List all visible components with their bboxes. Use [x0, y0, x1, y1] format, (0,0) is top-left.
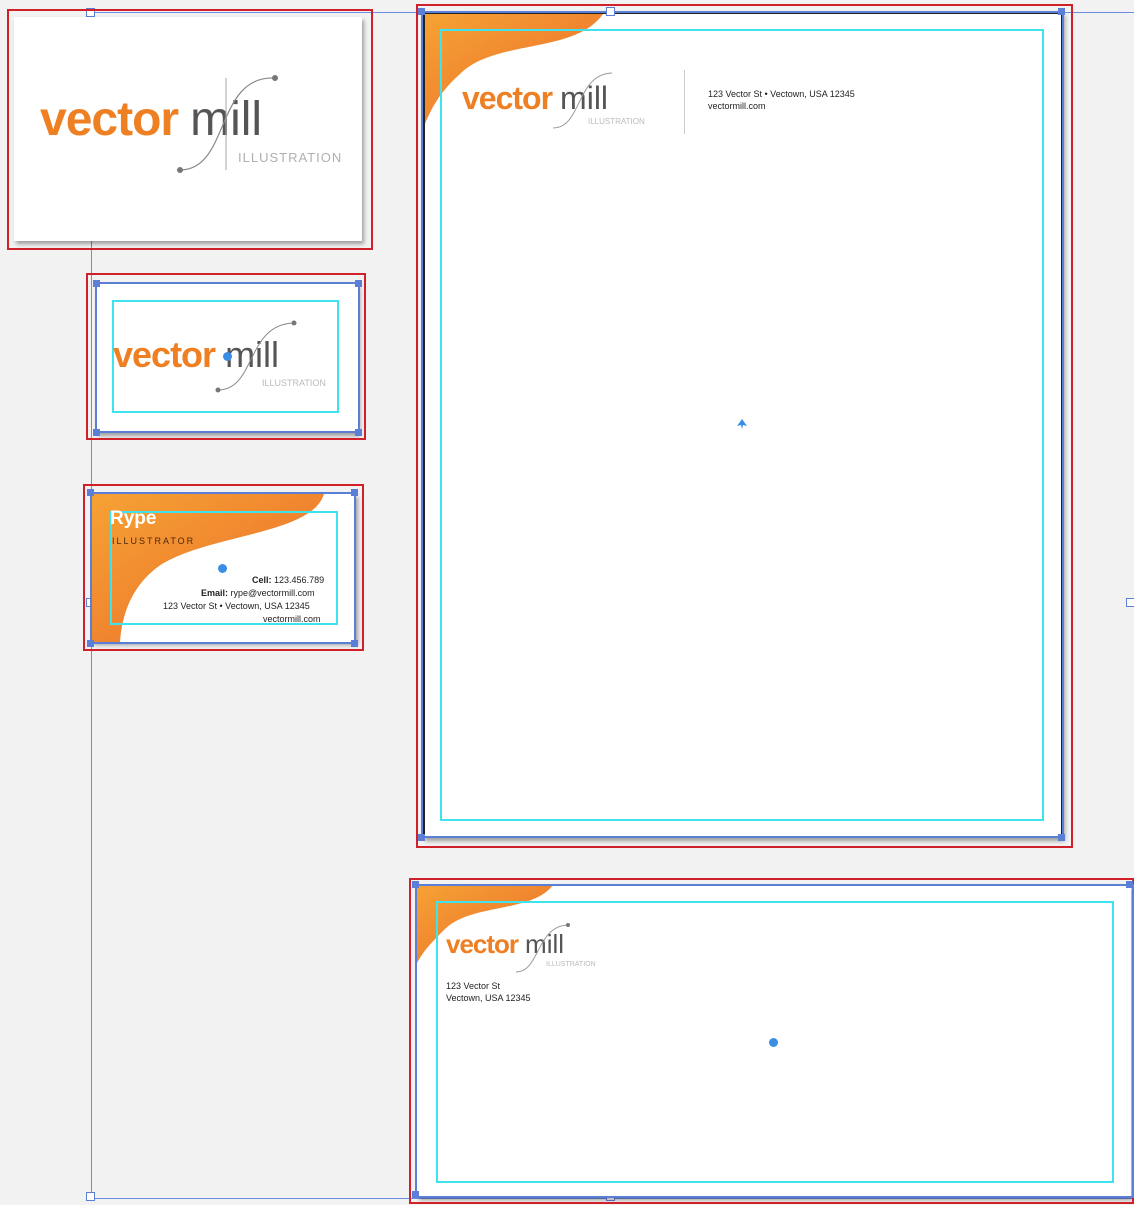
envelope-center-point[interactable] [769, 1038, 778, 1047]
logo-word-vector: vector [446, 929, 519, 959]
card-email-line: Email: rype@vectormill.com [201, 588, 315, 598]
bezier-path-icon [552, 72, 613, 129]
letterhead-handle[interactable] [418, 834, 425, 841]
letterhead-website: vectormill.com [708, 101, 766, 111]
group-handle-mr[interactable] [1126, 598, 1134, 607]
letterhead-handle[interactable] [1058, 834, 1065, 841]
artboard-origin-icon[interactable] [736, 418, 748, 430]
card-website: vectormill.com [263, 614, 321, 624]
card-back-handle[interactable] [351, 640, 358, 647]
cell-label: Cell: [252, 575, 272, 585]
group-handle-bl[interactable] [86, 1192, 95, 1201]
letterhead-address: 123 Vector St • Vectown, USA 12345 [708, 89, 855, 99]
card-front-handle[interactable] [93, 429, 100, 436]
bezier-path-icon [177, 75, 278, 173]
card-front-center-point[interactable] [223, 352, 232, 361]
logo-word-vector: vector [462, 80, 553, 116]
envelope-return-line1: 123 Vector St [446, 981, 501, 991]
card-title: ILLUSTRATOR [112, 536, 196, 546]
card-address: 123 Vector St • Vectown, USA 12345 [163, 601, 310, 611]
email-label: Email: [201, 588, 229, 598]
card-back-handle[interactable] [351, 489, 358, 496]
cell-value: 123.456.789 [274, 575, 325, 585]
envelope-return-line2: Vectown, USA 12345 [446, 993, 531, 1003]
bezier-path-icon [515, 923, 570, 973]
card-name: Rype [110, 508, 157, 529]
card-front-handle[interactable] [355, 429, 362, 436]
logo-word-vector: vector [113, 334, 216, 375]
envelope-handle[interactable] [412, 1191, 419, 1198]
card-cell-line: Cell: 123.456.789 [252, 575, 324, 585]
letterhead-handle-tm[interactable] [606, 7, 615, 16]
logo-word-vector: vector [40, 93, 179, 146]
card-back-center-point[interactable] [218, 564, 227, 573]
card-front-handle[interactable] [93, 280, 100, 287]
envelope-handle[interactable] [1126, 881, 1133, 888]
envelope-handle[interactable] [412, 881, 419, 888]
letterhead-divider [684, 70, 685, 134]
letterhead-handle[interactable] [418, 8, 425, 15]
card-back-handle[interactable] [87, 640, 94, 647]
email-value: rype@vectormill.com [230, 588, 315, 598]
card-front-handle[interactable] [355, 280, 362, 287]
letterhead-handle[interactable] [1058, 8, 1065, 15]
card-back-handle[interactable] [87, 489, 94, 496]
